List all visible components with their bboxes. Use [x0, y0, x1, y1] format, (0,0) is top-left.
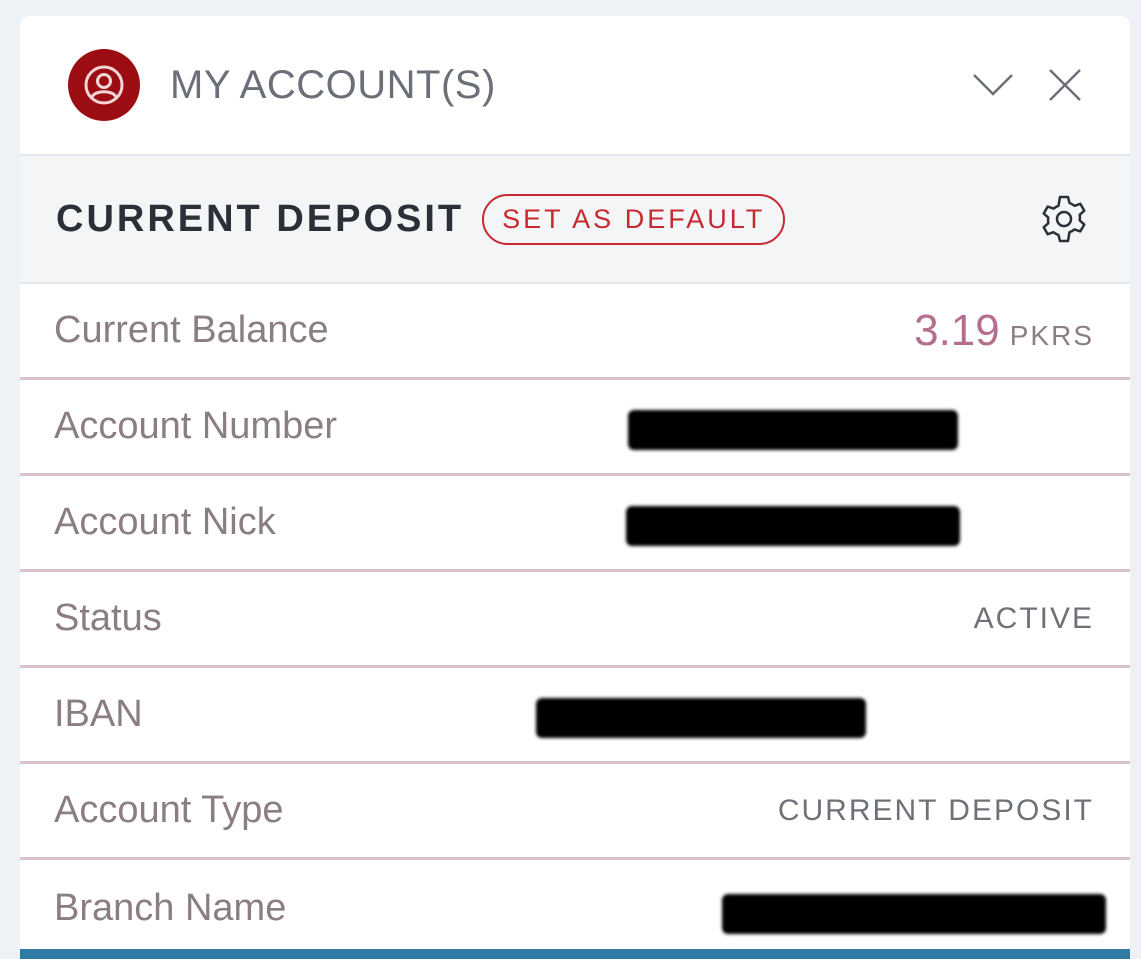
footer-accent-bar — [20, 949, 1130, 959]
balance-value: 3.19 PKRS — [914, 306, 1094, 356]
detail-label: Account Type — [54, 789, 284, 831]
detail-label: Account Nick — [54, 501, 276, 543]
detail-row-account-type: Account Type CURRENT DEPOSIT — [20, 764, 1130, 860]
detail-row-branch-name: Branch Name — [20, 860, 1130, 956]
collapse-button[interactable] — [968, 60, 1018, 110]
account-type-title: CURRENT DEPOSIT — [56, 197, 465, 240]
detail-label: Account Number — [54, 405, 338, 447]
widget-header: MY ACCOUNT(S) — [20, 16, 1130, 156]
set-as-default-button[interactable]: SET AS DEFAULT — [482, 193, 786, 245]
settings-button[interactable] — [1034, 189, 1094, 249]
close-icon — [1049, 69, 1081, 101]
redacted-value — [536, 698, 866, 738]
account-type-value: CURRENT DEPOSIT — [777, 793, 1094, 827]
detail-row-account-number: Account Number — [20, 380, 1130, 476]
redacted-value — [628, 410, 958, 450]
redacted-value — [626, 506, 960, 546]
close-button[interactable] — [1040, 60, 1090, 110]
detail-label: Current Balance — [54, 309, 329, 351]
balance-amount: 3.19 — [914, 305, 1000, 355]
balance-currency: PKRS — [1009, 319, 1094, 351]
detail-row-status: Status ACTIVE — [20, 572, 1130, 668]
account-details-list: Current Balance 3.19 PKRS Account Number … — [20, 284, 1130, 956]
detail-label: IBAN — [54, 693, 143, 735]
user-circle-icon — [68, 49, 140, 121]
redacted-value — [722, 894, 1106, 934]
chevron-down-icon — [973, 74, 1013, 96]
detail-label: Branch Name — [54, 886, 287, 929]
account-type-bar: CURRENT DEPOSIT SET AS DEFAULT — [20, 156, 1130, 284]
status-value: ACTIVE — [973, 601, 1094, 635]
my-accounts-widget: MY ACCOUNT(S) CURRENT DEPOSIT SET AS DEF… — [20, 16, 1130, 959]
detail-label: Status — [54, 597, 162, 639]
detail-row-iban: IBAN — [20, 668, 1130, 764]
detail-row-current-balance: Current Balance 3.19 PKRS — [20, 284, 1130, 380]
detail-row-account-nick: Account Nick — [20, 476, 1130, 572]
gear-icon — [1042, 195, 1086, 243]
widget-title: MY ACCOUNT(S) — [170, 62, 496, 107]
